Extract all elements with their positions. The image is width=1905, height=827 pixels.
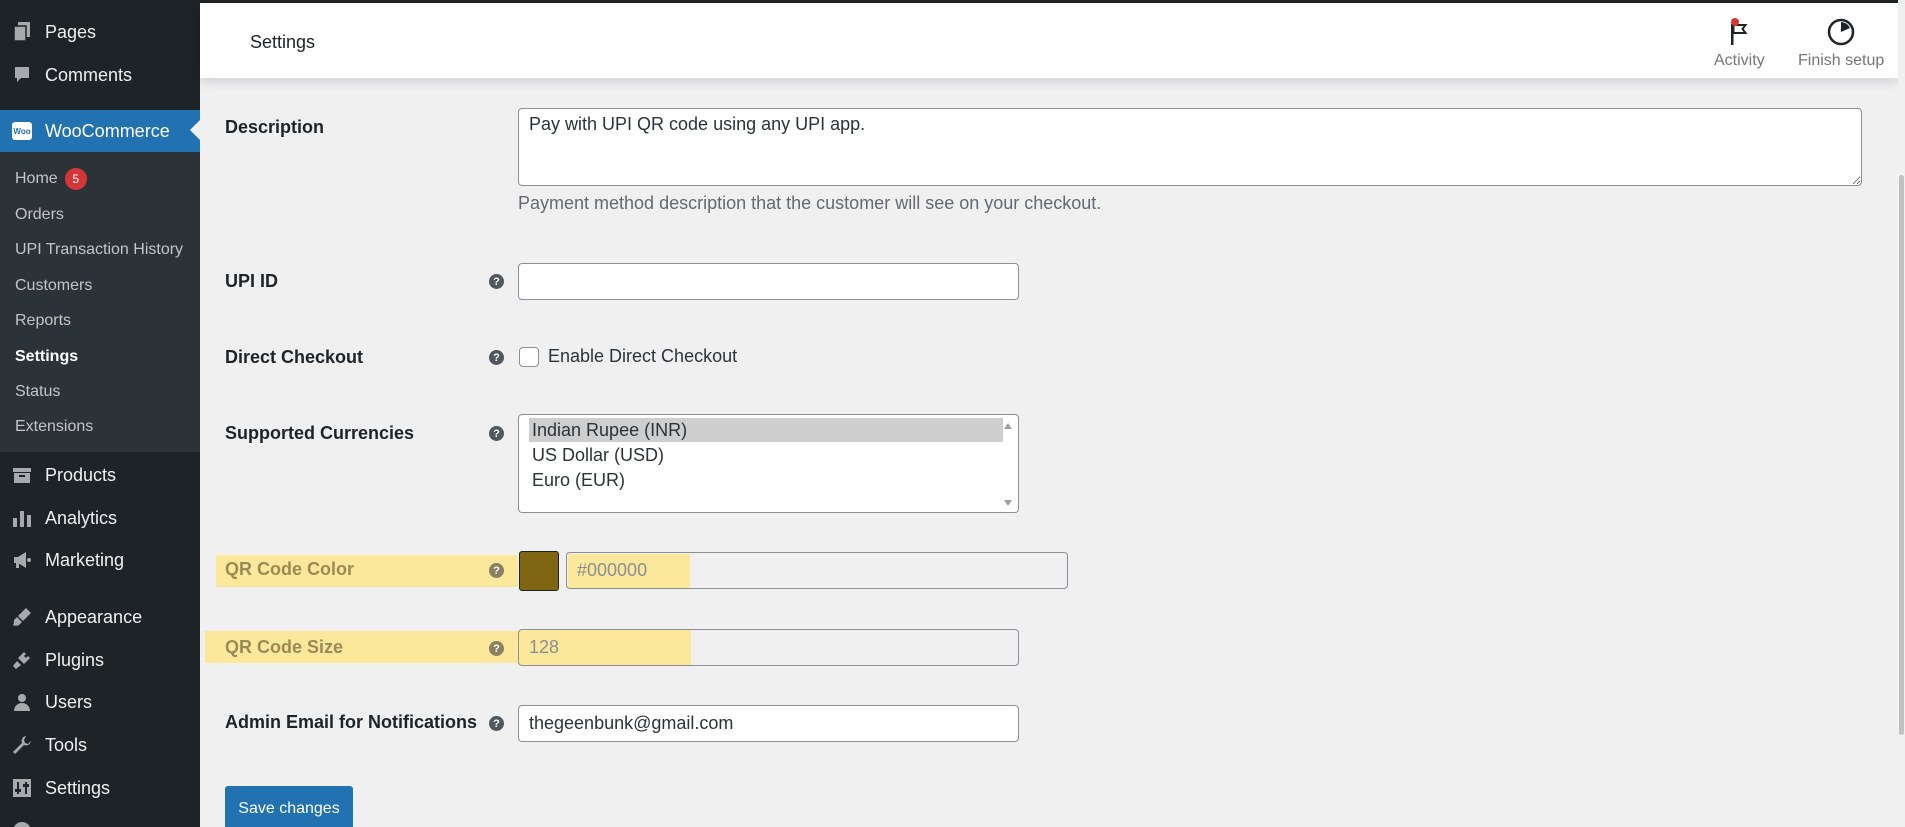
- menu-item-comments[interactable]: Comments: [0, 55, 200, 95]
- menu-item-marketing[interactable]: Marketing: [0, 540, 200, 580]
- qr-code-color-label: QR Code Color: [225, 559, 354, 579]
- help-icon[interactable]: ?: [489, 350, 504, 365]
- qr-code-color-input[interactable]: [566, 552, 1068, 589]
- help-icon[interactable]: ?: [489, 274, 504, 289]
- help-icon[interactable]: ?: [489, 563, 504, 578]
- description-label: Description: [225, 117, 325, 137]
- woocommerce-icon: Woo: [12, 121, 32, 141]
- menu-item-products[interactable]: Products: [0, 455, 200, 495]
- page-scrollbar[interactable]: [1898, 0, 1905, 827]
- currency-option[interactable]: US Dollar (USD): [529, 443, 1003, 467]
- scrollbar-thumb[interactable]: [1899, 175, 1904, 735]
- qr-code-size-label: QR Code Size: [225, 637, 344, 657]
- submenu-item-home[interactable]: Home 5: [15, 167, 87, 191]
- help-icon[interactable]: ?: [489, 426, 504, 441]
- currency-option[interactable]: Indian Rupee (INR): [529, 418, 1003, 442]
- scroll-up-arrow-icon[interactable]: [1004, 423, 1012, 429]
- direct-checkout-label: Direct Checkout: [225, 347, 364, 367]
- submenu-item-status[interactable]: Status: [15, 380, 60, 404]
- submenu-item-orders[interactable]: Orders: [15, 203, 64, 227]
- admin-sidebar: Pages Comments Woo WooCommerce Home 5 Or…: [0, 0, 200, 827]
- tools-icon: [12, 735, 32, 755]
- finish-setup-label: Finish setup: [1798, 52, 1885, 69]
- currency-multiselect[interactable]: Indian Rupee (INR) US Dollar (USD) Euro …: [518, 414, 1019, 513]
- help-icon[interactable]: ?: [489, 641, 504, 656]
- menu-item-plugins[interactable]: Plugins: [0, 640, 200, 680]
- menu-item-settings[interactable]: Settings: [0, 768, 200, 808]
- menu-item-partial[interactable]: [0, 811, 200, 827]
- currency-option[interactable]: Euro (EUR): [529, 468, 1003, 492]
- save-changes-button[interactable]: Save changes: [225, 786, 353, 827]
- direct-checkout-checkbox[interactable]: [519, 347, 539, 367]
- submenu-item-reports[interactable]: Reports: [15, 309, 71, 333]
- menu-label: WooCommerce: [45, 120, 170, 141]
- direct-checkout-checkbox-label[interactable]: Enable Direct Checkout: [548, 346, 737, 367]
- menu-label: Pages: [45, 21, 97, 42]
- users-icon: [12, 692, 32, 712]
- upi-id-label: UPI ID: [225, 271, 279, 291]
- admin-email-label: Admin Email for Notifications: [225, 712, 478, 732]
- flag-icon: [1725, 17, 1753, 47]
- submenu-item-extensions[interactable]: Extensions: [15, 415, 93, 439]
- admin-email-input[interactable]: [518, 705, 1019, 742]
- pages-icon: [12, 22, 32, 42]
- color-swatch[interactable]: [519, 551, 559, 591]
- menu-item-appearance[interactable]: Appearance: [0, 597, 200, 637]
- upi-id-input[interactable]: [518, 263, 1019, 300]
- menu-item-woocommerce[interactable]: Woo WooCommerce: [0, 110, 200, 152]
- qr-code-size-input[interactable]: [518, 629, 1019, 666]
- scroll-down-arrow-icon[interactable]: [1004, 500, 1012, 506]
- help-icon[interactable]: ?: [489, 716, 504, 731]
- description-textarea[interactable]: Pay with UPI QR code using any UPI app.: [518, 108, 1862, 186]
- submenu-item-upi-transaction-history[interactable]: UPI Transaction History: [15, 238, 183, 262]
- submenu-item-settings[interactable]: Settings: [15, 345, 78, 369]
- menu-item-analytics[interactable]: Analytics: [0, 498, 200, 538]
- products-icon: [12, 465, 32, 485]
- menu-label: Comments: [45, 64, 133, 85]
- appearance-icon: [12, 607, 32, 627]
- page-title: Settings: [250, 32, 316, 52]
- finish-setup-button[interactable]: Finish setup: [1798, 17, 1884, 70]
- woocommerce-header: Settings Activity Finish setup: [200, 0, 1898, 78]
- progress-pie-icon: [1827, 17, 1855, 47]
- submenu-item-customers[interactable]: Customers: [15, 274, 92, 298]
- menu-item-tools[interactable]: Tools: [0, 725, 200, 765]
- activity-button[interactable]: Activity: [1714, 17, 1765, 70]
- settings-icon: [12, 778, 32, 798]
- activity-label: Activity: [1714, 52, 1765, 69]
- comments-icon: [12, 65, 32, 85]
- menu-item-pages[interactable]: Pages: [0, 12, 200, 52]
- plugins-icon: [12, 650, 32, 670]
- woocommerce-submenu: Home 5 Orders UPI Transaction History Cu…: [0, 152, 200, 452]
- description-hint: Payment method description that the cust…: [518, 193, 1102, 213]
- collapse-icon: [12, 821, 32, 827]
- current-menu-arrow: [190, 120, 200, 140]
- supported-currencies-label: Supported Currencies: [225, 423, 415, 443]
- marketing-icon: [12, 550, 32, 570]
- notification-badge: 5: [64, 168, 87, 190]
- analytics-icon: [12, 508, 32, 528]
- menu-item-users[interactable]: Users: [0, 682, 200, 722]
